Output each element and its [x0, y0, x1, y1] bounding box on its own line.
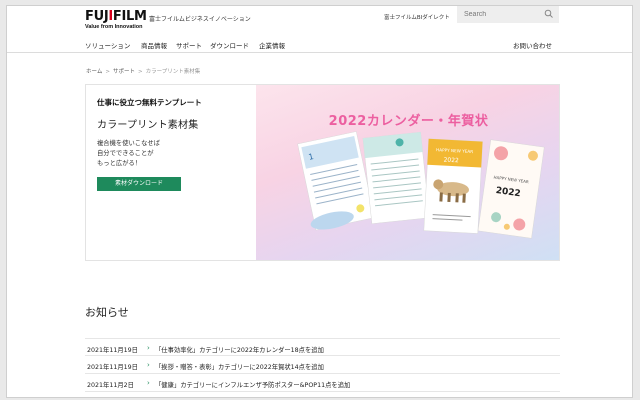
- hero-title: カラープリント素材集: [97, 120, 199, 131]
- template-preview-cards: 1 HAPPY NEW YEAR 2022 HAPPY NEW YEAR 202…: [297, 131, 545, 239]
- nav-item-company[interactable]: 企業情報: [259, 40, 285, 50]
- news-heading: お知らせ: [85, 306, 129, 319]
- search-input[interactable]: [464, 9, 540, 20]
- news-date: 2021年11月19日: [87, 364, 138, 371]
- hero-desc-line: 複合機を使いこなせば: [97, 140, 160, 147]
- chevron-right-icon: ›: [147, 344, 150, 352]
- news-link[interactable]: 「仕事効率化」カテゴリーに2022年カレンダー18点を追加: [155, 345, 324, 354]
- fujifilm-logo[interactable]: FUJIFILM Value from Innovation: [85, 10, 147, 30]
- hero-image-panel[interactable]: 2022カレンダー・年賀状 1 HAPPY NEW YEAR 2022 HAPP…: [256, 85, 559, 260]
- news-date: 2021年11月19日: [87, 347, 138, 354]
- hero-desc-line: 自分でできることが: [97, 150, 154, 157]
- news-list: 2021年11月19日 › 「仕事効率化」カテゴリーに2022年カレンダー18点…: [85, 338, 560, 392]
- news-item[interactable]: 2021年11月2日 › 「健康」カテゴリーにインフルエンザ予防ポスター&POP…: [85, 374, 560, 392]
- nav-item-support[interactable]: サポート: [176, 40, 202, 50]
- new-year-card-tiger: HAPPY NEW YEAR 2022: [423, 138, 483, 234]
- chevron-right-icon: ›: [147, 361, 150, 369]
- breadcrumb-current: カラープリント素材集: [145, 69, 201, 75]
- news-link[interactable]: 「挨拶・贈答・表彰」カテゴリーに2022年賀状14点を追加: [155, 362, 324, 371]
- global-nav: ソリューション 商品情報 サポート ダウンロード 企業情報 お問い合わせ: [7, 37, 632, 53]
- news-item[interactable]: 2021年11月19日 › 「挨拶・贈答・表彰」カテゴリーに2022年賀状14点…: [85, 356, 560, 374]
- calendar-card-blue: 1: [297, 131, 375, 231]
- calendar-card-teal: [362, 131, 430, 225]
- search-box: [457, 6, 559, 23]
- hero-kicker: 仕事に役立つ無料テンプレート: [97, 98, 202, 107]
- hero-banner: 仕事に役立つ無料テンプレート カラープリント素材集 複合機を使いこなせば 自分で…: [85, 84, 560, 261]
- news-date: 2021年11月2日: [87, 382, 134, 389]
- hero-description: 複合機を使いこなせば 自分でできることが もっと広がる！: [97, 139, 247, 169]
- browser-frame: FUJIFILM Value from Innovation 富士フイルムビジネ…: [6, 5, 633, 398]
- news-link[interactable]: 「健康」カテゴリーにインフルエンザ予防ポスター&POP11点を追加: [155, 380, 350, 389]
- hero-text-panel: 仕事に役立つ無料テンプレート カラープリント素材集 複合機を使いこなせば 自分で…: [86, 85, 256, 260]
- bi-direct-link[interactable]: 富士フイルムBIダイレクト: [384, 13, 450, 21]
- breadcrumb-home[interactable]: ホーム: [86, 69, 102, 75]
- card-year-text: 2022: [443, 157, 459, 165]
- search-icon[interactable]: [544, 9, 554, 19]
- nav-item-products[interactable]: 商品情報: [141, 40, 167, 50]
- sub-brand-name: 富士フイルムビジネスイノベーション: [149, 16, 251, 23]
- hero-desc-line: もっと広がる！: [97, 160, 142, 167]
- logo-wordmark: FUJIFILM: [85, 9, 147, 24]
- breadcrumb: ホーム > サポート > カラープリント素材集: [86, 67, 200, 75]
- news-item[interactable]: 2021年11月19日 › 「仕事効率化」カテゴリーに2022年カレンダー18点…: [85, 338, 560, 356]
- breadcrumb-separator: >: [105, 69, 110, 75]
- site-header: FUJIFILM Value from Innovation 富士フイルムビジネ…: [7, 6, 632, 34]
- nav-item-solutions[interactable]: ソリューション: [85, 40, 130, 50]
- breadcrumb-support[interactable]: サポート: [113, 69, 135, 75]
- new-year-card-floral: HAPPY NEW YEAR 2022: [477, 139, 545, 239]
- nav-item-download[interactable]: ダウンロード: [210, 40, 249, 50]
- logo-tagline: Value from Innovation: [85, 24, 143, 30]
- breadcrumb-separator: >: [137, 69, 143, 75]
- material-download-button[interactable]: 素材ダウンロード: [97, 177, 181, 191]
- chevron-right-icon: ›: [147, 379, 150, 387]
- nav-contact-link[interactable]: お問い合わせ: [513, 40, 552, 50]
